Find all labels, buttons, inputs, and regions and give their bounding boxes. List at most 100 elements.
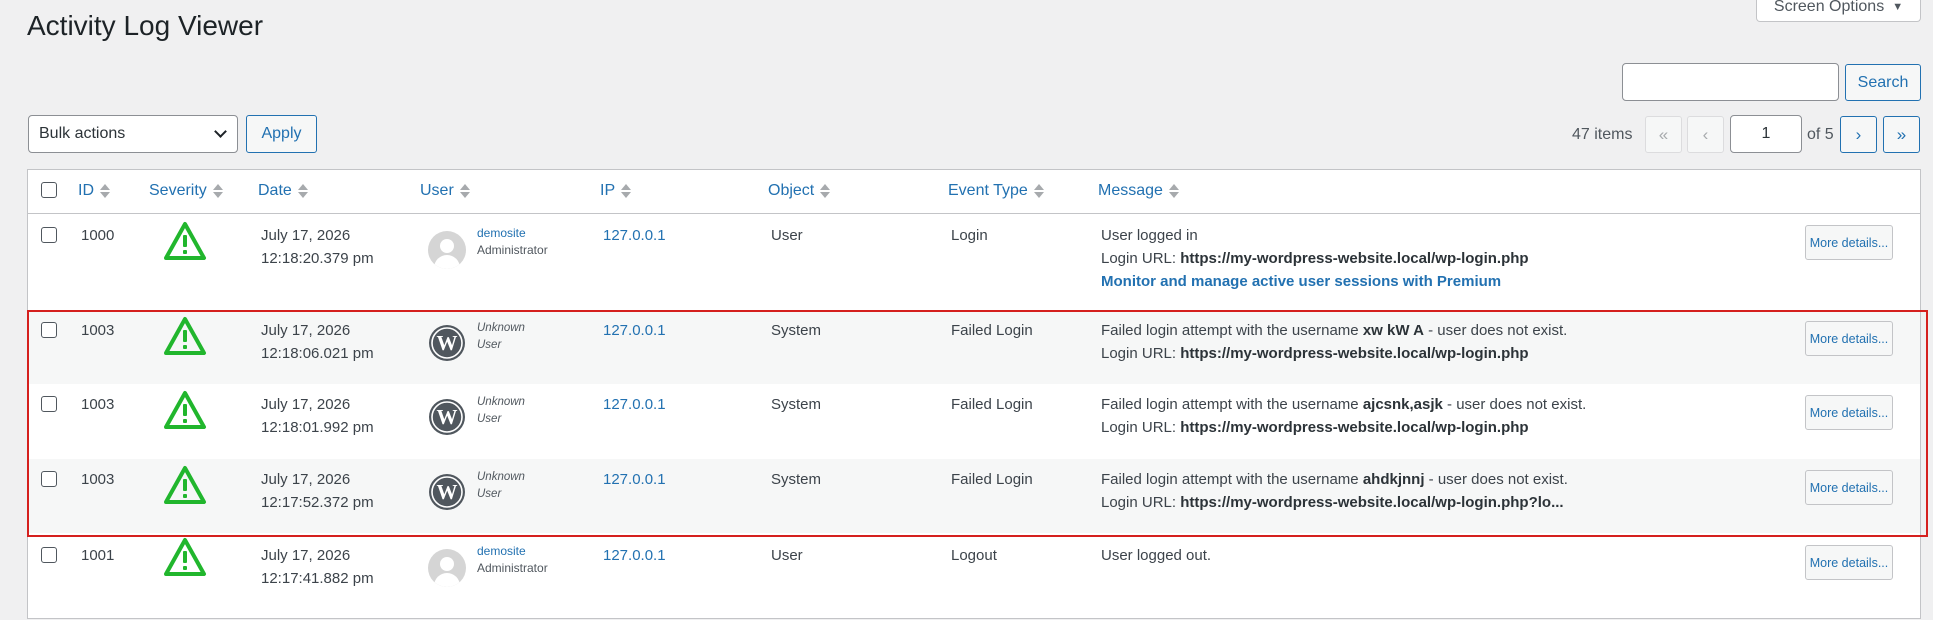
column-header-date[interactable]: Date — [258, 182, 308, 200]
url-value: https://my-wordpress-website.local/wp-lo… — [1180, 494, 1564, 511]
message-url-line: Login URL: https://my-wordpress-website.… — [1101, 247, 1529, 270]
user-name-link[interactable]: demosite — [477, 543, 526, 560]
column-header-id[interactable]: ID — [78, 182, 110, 200]
next-page-button[interactable]: › — [1840, 116, 1877, 153]
column-header-ip[interactable]: IP — [600, 182, 632, 200]
sort-icon — [1168, 184, 1179, 198]
row-checkbox[interactable] — [41, 227, 57, 243]
row-time: 12:17:41.882 pm — [261, 570, 374, 587]
row-date: July 17, 2026 — [261, 227, 351, 244]
row-object: System — [771, 471, 822, 488]
more-details-button[interactable]: More details... — [1805, 395, 1893, 430]
table-row: 1003 July 17, 2026 12:17:52.372 pm W Unk… — [28, 459, 1920, 533]
user-name: Unknown — [477, 322, 525, 334]
url-value: https://my-wordpress-website.local/wp-lo… — [1180, 419, 1529, 436]
row-id: 1000 — [81, 227, 115, 244]
search-input[interactable] — [1622, 63, 1839, 101]
row-date: July 17, 2026 — [261, 322, 351, 339]
sort-icon — [1033, 184, 1044, 198]
row-checkbox[interactable] — [41, 396, 57, 412]
current-page-input[interactable]: 1 — [1730, 115, 1802, 153]
row-event-type: Login — [951, 227, 988, 244]
column-label: User — [420, 182, 454, 199]
column-header-object[interactable]: Object — [768, 182, 831, 200]
url-label: Login URL: — [1101, 419, 1181, 436]
user-role: Administrator — [477, 561, 548, 575]
column-header-message[interactable]: Message — [1098, 182, 1179, 200]
row-checkbox[interactable] — [41, 471, 57, 487]
message-line: Failed login attempt with the username a… — [1101, 393, 1586, 416]
url-value: https://my-wordpress-website.local/wp-lo… — [1180, 250, 1529, 267]
row-id: 1003 — [81, 471, 115, 488]
caret-down-icon: ▼ — [1892, 0, 1904, 13]
message-text: Failed login attempt with the username — [1101, 322, 1363, 339]
select-all-checkbox[interactable] — [41, 182, 57, 198]
url-label: Login URL: — [1101, 494, 1181, 511]
table-row: 1003 July 17, 2026 12:18:01.992 pm W Unk… — [28, 384, 1920, 459]
message-line: User logged in — [1101, 227, 1198, 244]
wordpress-logo-icon: W — [429, 325, 465, 361]
warning-triangle-icon — [164, 538, 206, 576]
column-header-severity[interactable]: Severity — [149, 182, 223, 200]
bulk-actions-select[interactable]: Bulk actions — [28, 115, 238, 153]
wordpress-logo-icon: W — [429, 399, 465, 435]
more-details-button[interactable]: More details... — [1805, 470, 1893, 505]
user-name-link[interactable]: demosite — [477, 225, 526, 242]
column-label: ID — [78, 182, 94, 199]
wordpress-logo-icon: W — [429, 474, 465, 510]
sort-icon — [820, 184, 831, 198]
row-object: User — [771, 227, 803, 244]
message-text: - user does not exist. — [1442, 396, 1587, 413]
column-label: Severity — [149, 182, 207, 199]
message-line: Failed login attempt with the username a… — [1101, 468, 1568, 491]
ip-link[interactable]: 127.0.0.1 — [603, 319, 666, 342]
activity-log-table: ID Severity Date User IP Object Event Ty… — [27, 169, 1921, 619]
message-username: ahdkjnnj — [1362, 471, 1425, 488]
svg-text:W: W — [437, 405, 458, 429]
user-role: User — [477, 488, 502, 500]
sort-icon — [100, 184, 110, 198]
user-name: Unknown — [477, 396, 525, 408]
row-date: July 17, 2026 — [261, 396, 351, 413]
user-name: Unknown — [477, 471, 525, 483]
column-header-user[interactable]: User — [420, 182, 470, 200]
user-role: Administrator — [477, 243, 548, 257]
screen-options-label: Screen Options — [1773, 0, 1885, 15]
ip-link[interactable]: 127.0.0.1 — [603, 544, 666, 567]
ip-link[interactable]: 127.0.0.1 — [603, 393, 666, 416]
search-button[interactable]: Search — [1845, 64, 1921, 101]
premium-promo-link[interactable]: Monitor and manage active user sessions … — [1101, 270, 1501, 293]
row-checkbox[interactable] — [41, 547, 57, 563]
more-details-button[interactable]: More details... — [1805, 321, 1893, 356]
row-id: 1001 — [81, 547, 115, 564]
avatar — [428, 549, 466, 587]
column-label: Message — [1098, 182, 1163, 199]
row-id: 1003 — [81, 322, 115, 339]
avatar — [428, 231, 466, 269]
table-row: 1000 July 17, 2026 12:18:20.379 pm demos… — [28, 215, 1920, 308]
last-page-button[interactable]: » — [1883, 116, 1920, 153]
row-event-type: Logout — [951, 547, 997, 564]
message-username: xw kW A — [1362, 322, 1424, 339]
more-details-button[interactable]: More details... — [1805, 225, 1893, 260]
ip-link[interactable]: 127.0.0.1 — [603, 468, 666, 491]
row-checkbox[interactable] — [41, 322, 57, 338]
ip-link[interactable]: 127.0.0.1 — [603, 224, 666, 247]
total-pages: of 5 — [1807, 126, 1834, 143]
svg-text:W: W — [437, 331, 458, 355]
apply-button[interactable]: Apply — [246, 115, 317, 153]
warning-triangle-icon — [164, 466, 206, 504]
column-header-event-type[interactable]: Event Type — [948, 182, 1044, 200]
url-label: Login URL: — [1101, 250, 1181, 267]
first-page-button[interactable]: « — [1645, 116, 1682, 153]
table-row: 1001 July 17, 2026 12:17:41.882 pm demos… — [28, 535, 1920, 620]
row-object: System — [771, 396, 822, 413]
more-details-button[interactable]: More details... — [1805, 545, 1893, 580]
table-header: ID Severity Date User IP Object Event Ty… — [28, 170, 1920, 214]
row-event-type: Failed Login — [951, 322, 1033, 339]
row-event-type: Failed Login — [951, 396, 1033, 413]
screen-options-button[interactable]: Screen Options ▼ — [1756, 0, 1921, 22]
row-object: User — [771, 547, 803, 564]
prev-page-button[interactable]: ‹ — [1687, 116, 1724, 153]
column-label: IP — [600, 182, 616, 199]
